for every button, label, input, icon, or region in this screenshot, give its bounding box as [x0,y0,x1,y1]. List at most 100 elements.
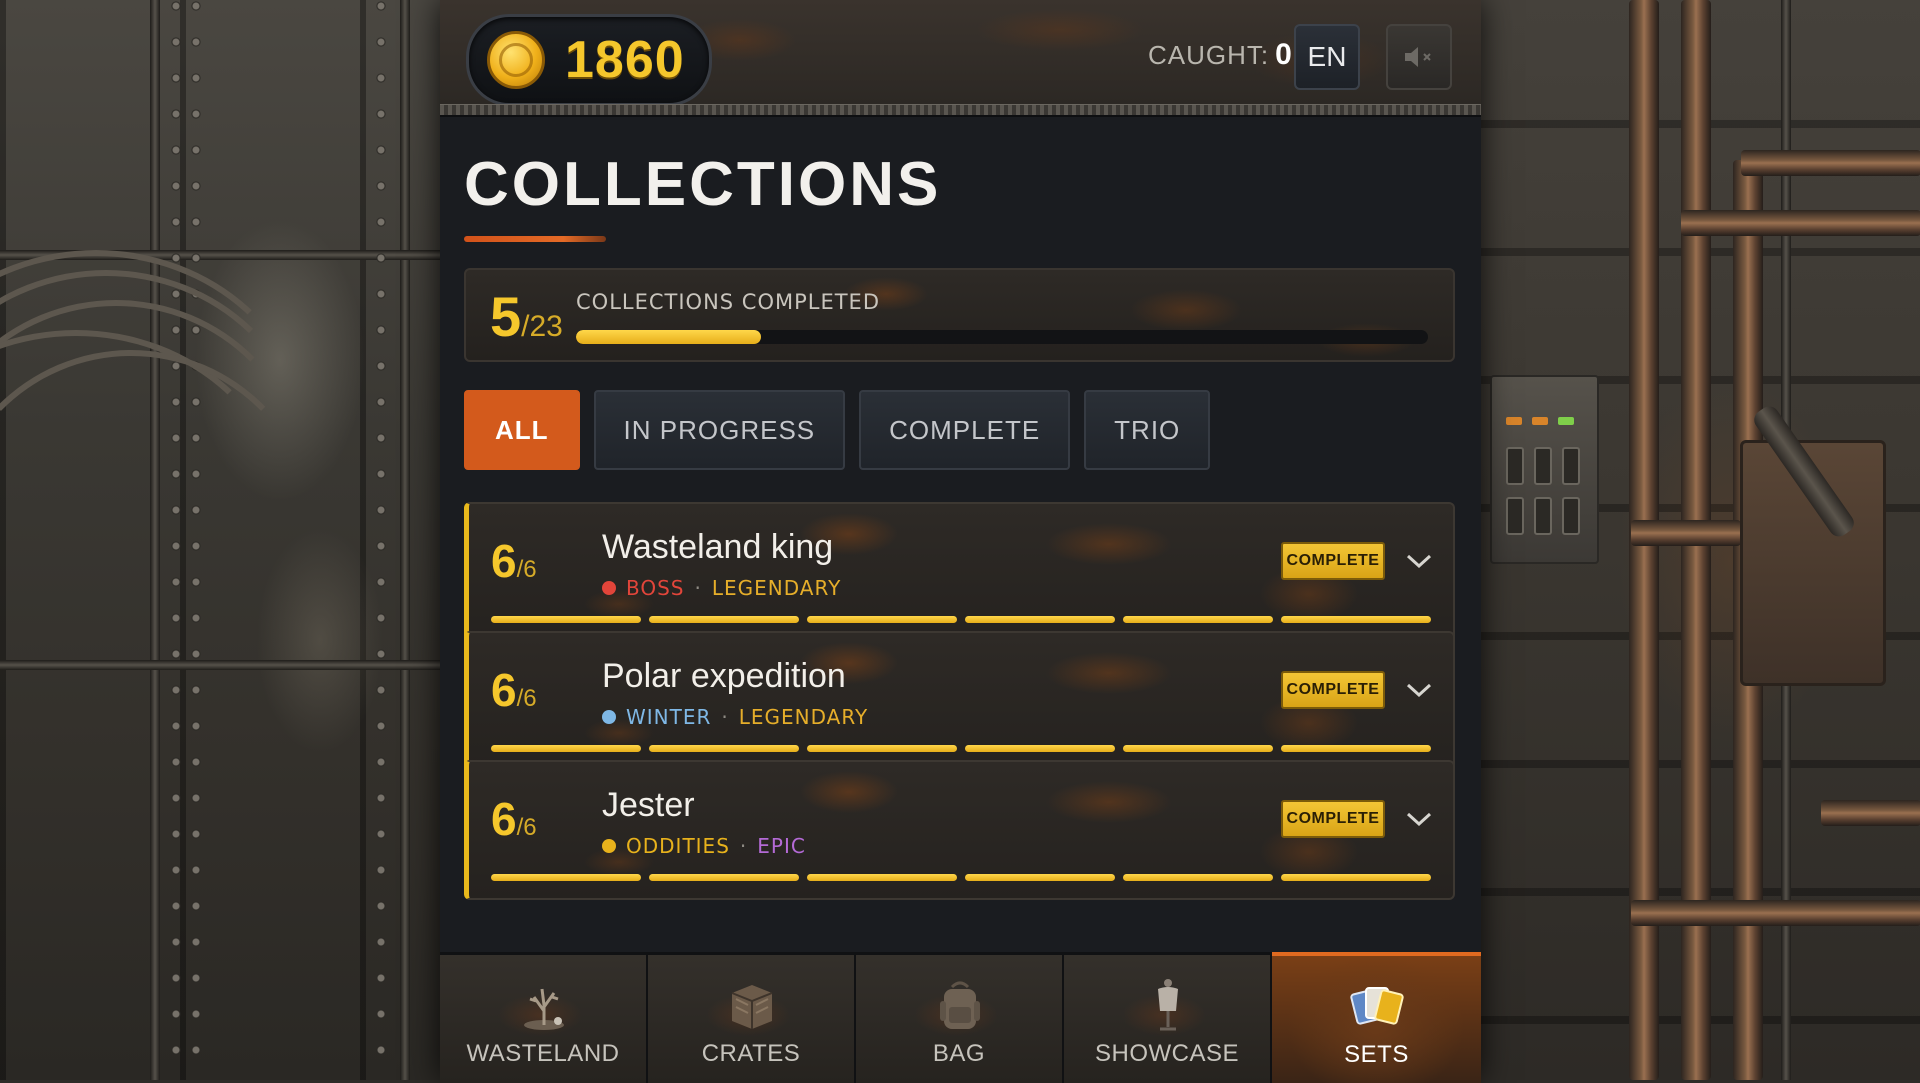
expand-button[interactable] [1403,546,1435,576]
collection-card[interactable]: 6/6 Jester ODDITIES · EPIC COMPLETE [464,760,1455,900]
progress-segment [1123,616,1273,623]
collection-tags: WINTER · LEGENDARY [602,705,868,729]
coin-balance: 1860 [466,14,712,106]
collection-total: /6 [516,814,537,841]
collection-category: WINTER [626,705,712,729]
chevron-down-icon [1406,554,1432,569]
nav-crates[interactable]: CRATES [648,955,856,1083]
collection-rarity: LEGENDARY [738,705,869,729]
main-panel: 1860 CAUGHT: 0 EN COLLECTIONS 5/23 COLLEC… [440,0,1481,1083]
language-button[interactable]: EN [1294,24,1360,90]
collection-category: BOSS [626,576,685,600]
filter-complete[interactable]: COMPLETE [859,390,1071,470]
summary-total: /23 [521,310,563,343]
collection-progress-segments [491,874,1431,881]
progress-segment [1123,745,1273,752]
collection-name: Jester [602,786,695,824]
tag-separator: · [721,705,729,729]
caught-label: CAUGHT: [1148,40,1270,70]
filter-all[interactable]: ALL [464,390,580,470]
status-badge: COMPLETE [1281,671,1385,709]
collection-rarity: LEGENDARY [711,576,842,600]
progress-segment [1281,745,1431,752]
progress-segment [649,874,799,881]
top-bar: 1860 CAUGHT: 0 EN [440,0,1481,106]
collection-rarity: EPIC [757,834,806,858]
summary-progress-fill [576,330,761,344]
coin-icon [487,31,545,89]
collection-name: Polar expedition [602,657,846,695]
filter-in-progress[interactable]: IN PROGRESS [593,390,846,470]
collection-progress-segments [491,616,1431,623]
backpack-icon [930,977,990,1033]
summary-progress-bar [576,330,1428,344]
collection-owned: 6 [491,664,517,716]
progress-segment [649,745,799,752]
nav-label: BAG [932,1040,986,1067]
dead-tree-icon [514,977,574,1033]
progress-segment [1281,874,1431,881]
nav-sets[interactable]: SETS [1272,952,1481,1083]
progress-segment [965,874,1115,881]
filter-trio[interactable]: TRIO [1084,390,1211,470]
summary-count: 5/23 [490,284,563,360]
nav-label: SHOWCASE [1094,1040,1239,1067]
progress-segment [649,616,799,623]
collection-card[interactable]: 6/6 Wasteland king BOSS · LEGENDARY COMP… [464,502,1455,642]
nav-bag[interactable]: BAG [856,955,1064,1083]
nav-label: SETS [1344,1041,1409,1068]
chevron-down-icon [1406,812,1432,827]
expand-button[interactable] [1403,804,1435,834]
collection-tags: BOSS · LEGENDARY [602,576,841,600]
nav-label: CRATES [701,1040,801,1067]
collection-owned: 6 [491,793,517,845]
nav-showcase[interactable]: SHOWCASE [1064,955,1272,1083]
tag-separator: · [694,576,702,600]
status-badge: COMPLETE [1281,800,1385,838]
collection-category: ODDITIES [626,834,730,858]
progress-segment [491,745,641,752]
collection-progress-segments [491,745,1431,752]
nav-label: WASTELAND [466,1040,620,1067]
caught-counter: CAUGHT: 0 [1148,38,1293,72]
filter-tabs: ALL IN PROGRESS COMPLETE TRIO [464,390,1211,470]
category-dot-icon [602,581,616,595]
category-dot-icon [602,710,616,724]
caught-value: 0 [1275,38,1293,71]
progress-segment [807,745,957,752]
nav-wasteland[interactable]: WASTELAND [440,955,648,1083]
progress-segment [807,874,957,881]
collection-owned: 6 [491,535,517,587]
collection-total: /6 [516,556,537,583]
collection-name: Wasteland king [602,528,834,566]
page-title: COLLECTIONS [464,150,942,219]
tag-separator: · [739,834,748,858]
crate-icon [722,977,782,1033]
coin-amount: 1860 [565,31,685,89]
expand-button[interactable] [1403,675,1435,705]
collection-tags: ODDITIES · EPIC [602,834,806,858]
chevron-down-icon [1406,683,1432,698]
collection-count: 6/6 [491,663,537,726]
mannequin-icon [1138,977,1198,1033]
summary-label: COLLECTIONS COMPLETED [576,290,880,314]
progress-segment [965,616,1115,623]
progress-segment [491,874,641,881]
wall-background-left [0,0,440,1080]
category-dot-icon [602,839,616,853]
collection-count: 6/6 [491,534,537,597]
progress-segment [1123,874,1273,881]
collection-total: /6 [516,685,537,712]
progress-segment [965,745,1115,752]
collections-list: 6/6 Wasteland king BOSS · LEGENDARY COMP… [464,502,1455,952]
collection-count: 6/6 [491,792,537,855]
cards-icon [1346,978,1406,1034]
collection-card[interactable]: 6/6 Polar expedition WINTER · LEGENDARY … [464,631,1455,771]
summary-completed: 5 [490,285,522,348]
breaker-box [1490,375,1599,564]
speaker-muted-icon [1405,47,1431,67]
top-bar-divider [440,104,1481,117]
status-badge: COMPLETE [1281,542,1385,580]
bottom-nav: WASTELAND CRATES BAG SHOWCASE SETS [440,952,1481,1083]
sound-toggle-button[interactable] [1386,24,1452,90]
